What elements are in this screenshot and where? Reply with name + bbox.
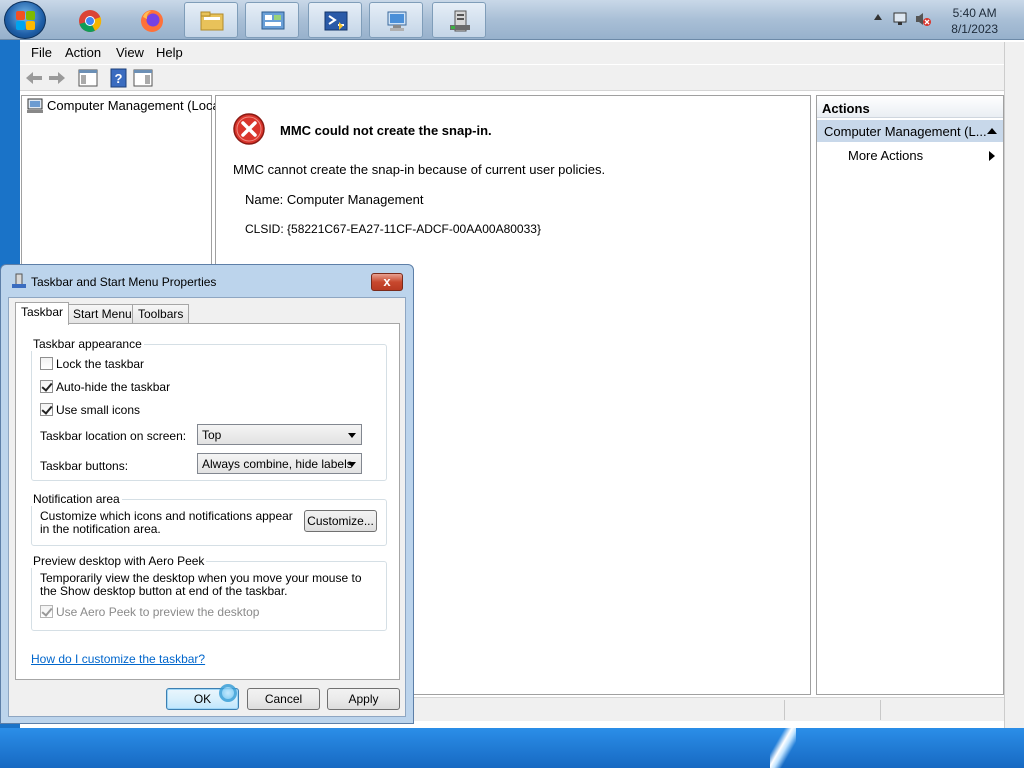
apply-button[interactable]: Apply [327, 688, 400, 710]
help-icon[interactable]: ? [109, 68, 129, 88]
customize-button[interactable]: Customize... [304, 510, 377, 532]
menu-view[interactable]: View [116, 45, 144, 60]
aero-peek-checkbox[interactable] [40, 605, 53, 618]
lock-taskbar-checkbox[interactable] [40, 357, 53, 370]
error-message: MMC cannot create the snap-in because of… [233, 162, 606, 177]
tab-taskbar[interactable]: Taskbar [15, 302, 70, 325]
clock-date: 8/1/2023 [951, 22, 998, 36]
desktop-background [0, 728, 1024, 768]
control-panel-icon [261, 11, 285, 30]
group-label-appearance: Taskbar appearance [31, 337, 144, 351]
chrome-icon [79, 10, 102, 32]
notification-description: Customize which icons and notifications … [40, 509, 293, 536]
autohide-checkbox[interactable] [40, 380, 53, 393]
volume-muted-icon[interactable] [914, 11, 932, 27]
error-clsid: CLSID: {58221C67-EA27-11CF-ADCF-00AA00A8… [245, 222, 541, 236]
taskbar-network-button[interactable] [369, 2, 423, 38]
taskbar-firefox-button[interactable] [124, 2, 178, 38]
menu-help[interactable]: Help [156, 45, 183, 60]
aero-peek-description: Temporarily view the desktop when you mo… [40, 571, 362, 598]
menu-file[interactable]: File [31, 45, 52, 60]
tab-start-menu[interactable]: Start Menu [67, 304, 138, 323]
show-hide-console-tree-icon[interactable] [78, 68, 98, 88]
windows-logo-icon [16, 11, 25, 20]
menu-action[interactable]: Action [65, 45, 101, 60]
actions-pane: Actions Computer Management (L... More A… [816, 95, 1004, 695]
collapse-icon[interactable] [987, 128, 997, 134]
submenu-arrow-icon [989, 151, 995, 161]
server-icon [450, 10, 470, 32]
computer-management-icon [27, 98, 43, 113]
taskbar-properties-icon [12, 273, 26, 288]
taskbar-buttons-value: Always combine, hide labels [202, 457, 353, 471]
menu-bar: File Action View Help [20, 42, 1004, 64]
clock[interactable]: 5:40 AM 8/1/2023 [951, 5, 998, 37]
window-edge [1004, 42, 1024, 728]
taskbar-computer-management-button[interactable] [432, 2, 486, 38]
taskbar-buttons-dropdown[interactable]: Always combine, hide labels [197, 453, 362, 474]
network-status-icon[interactable] [892, 11, 910, 27]
chevron-down-icon [348, 462, 356, 467]
small-icons-checkbox[interactable] [40, 403, 53, 416]
network-computer-icon [387, 11, 407, 31]
chevron-down-icon [348, 433, 356, 438]
group-label-notification: Notification area [31, 492, 122, 506]
tab-panel-taskbar: Taskbar appearance Lock the taskbar Auto… [15, 323, 400, 680]
actions-section-label: Computer Management (L... [824, 124, 987, 139]
close-icon: x [383, 274, 391, 289]
svg-text:?: ? [115, 71, 123, 86]
small-icons-label[interactable]: Use small icons [56, 403, 140, 417]
busy-cursor-icon [219, 684, 237, 702]
actions-header: Actions [822, 101, 870, 116]
taskbar-control-panel-button[interactable] [245, 2, 299, 38]
toolbar: ? [20, 65, 1004, 91]
help-link[interactable]: How do I customize the taskbar? [31, 652, 205, 666]
group-label-aero-peek: Preview desktop with Aero Peek [31, 554, 207, 568]
tab-toolbars[interactable]: Toolbars [132, 304, 190, 323]
firefox-icon [141, 10, 163, 32]
clock-time: 5:40 AM [952, 6, 997, 20]
forward-arrow-icon[interactable] [47, 68, 67, 88]
taskbar-chrome-button[interactable] [62, 2, 116, 38]
dialog-body: Taskbar Start Menu Toolbars Taskbar appe… [8, 297, 406, 717]
back-arrow-icon[interactable] [24, 68, 44, 88]
dialog-close-button[interactable]: x [371, 273, 403, 291]
system-tray: 5:40 AM 8/1/2023 [864, 0, 1024, 40]
more-actions-item[interactable]: More Actions [848, 148, 923, 163]
actions-section-header[interactable]: Computer Management (L... [817, 120, 1003, 142]
taskbar-properties-dialog: Taskbar and Start Menu Properties x Task… [0, 264, 414, 724]
show-hide-action-pane-icon[interactable] [133, 68, 153, 88]
show-hidden-icons-icon[interactable] [874, 14, 882, 20]
taskbar: 5:40 AM 8/1/2023 [0, 0, 1024, 40]
autohide-label[interactable]: Auto-hide the taskbar [56, 380, 170, 394]
taskbar-location-dropdown[interactable]: Top [197, 424, 362, 445]
tree-item-computer-management[interactable]: Computer Management (Local [47, 98, 223, 113]
powershell-icon [324, 11, 348, 31]
lock-taskbar-label[interactable]: Lock the taskbar [56, 357, 144, 371]
folder-icon [200, 11, 224, 31]
buttons-label: Taskbar buttons: [40, 459, 129, 473]
start-button[interactable] [4, 1, 46, 39]
taskbar-location-value: Top [202, 428, 222, 442]
taskbar-explorer-button[interactable] [184, 2, 238, 38]
error-icon [233, 113, 265, 145]
error-title: MMC could not create the snap-in. [280, 123, 492, 138]
taskbar-powershell-button[interactable] [308, 2, 362, 38]
error-name: Name: Computer Management [245, 192, 424, 207]
dialog-title: Taskbar and Start Menu Properties [31, 275, 217, 289]
cancel-button[interactable]: Cancel [247, 688, 320, 710]
aero-peek-label: Use Aero Peek to preview the desktop [56, 605, 260, 619]
location-label: Taskbar location on screen: [40, 429, 187, 443]
